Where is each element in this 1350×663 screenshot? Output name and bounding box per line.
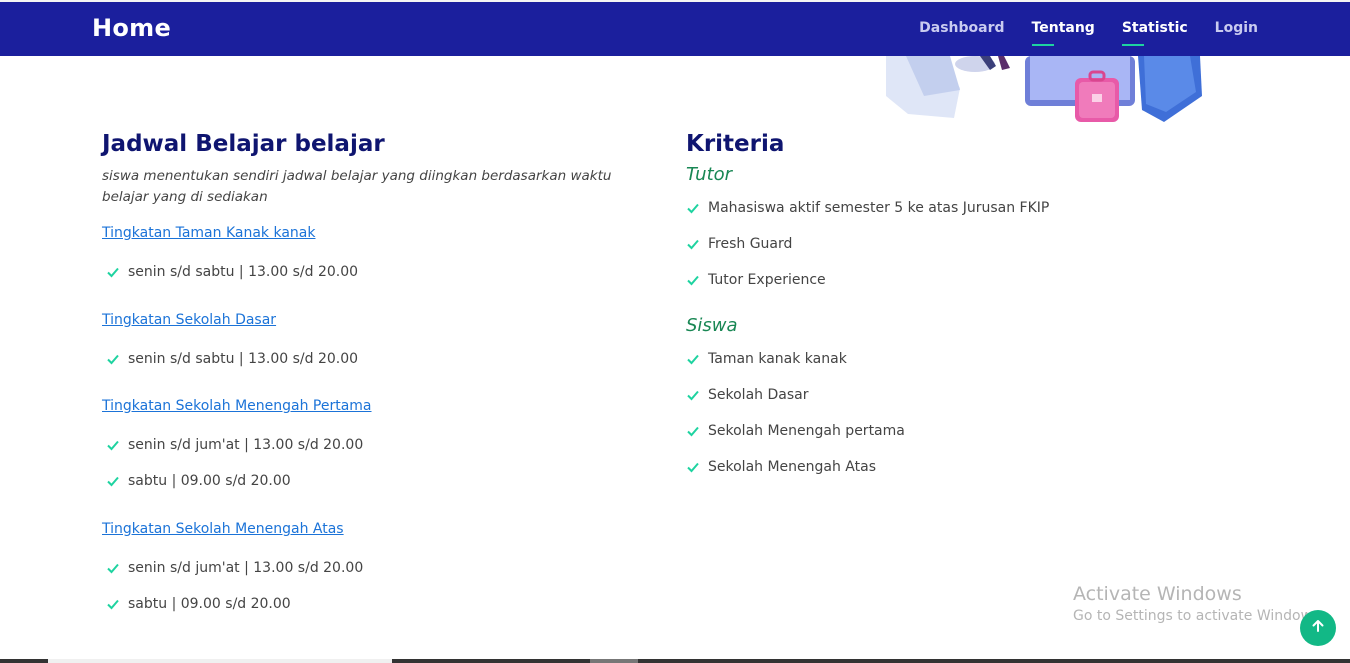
level-tk-heading[interactable]: Tingkatan Taman Kanak kanak: [102, 225, 315, 241]
watermark-title: Activate Windows: [1073, 583, 1242, 605]
check-icon: [106, 597, 120, 611]
criteria-item: Sekolah Dasar: [682, 387, 808, 403]
schedule-item: senin s/d sabtu | 13.00 s/d 20.00: [102, 264, 358, 280]
criteria-title: Kriteria: [686, 131, 785, 157]
check-icon: [106, 265, 120, 279]
criteria-item: Mahasiswa aktif semester 5 ke atas Jurus…: [682, 200, 1049, 216]
schedule-description: siswa menentukan sendiri jadwal belajar …: [102, 168, 612, 205]
check-icon: [686, 273, 700, 287]
check-icon: [686, 201, 700, 215]
nav-tentang[interactable]: Tentang: [1031, 20, 1095, 46]
check-icon: [686, 352, 700, 366]
navbar: Home Dashboard Tentang Statistic Login: [0, 2, 1350, 56]
bottom-strip-segment: [48, 659, 392, 663]
bottom-strip: [0, 659, 1350, 663]
bottom-strip-segment: [590, 659, 638, 663]
check-icon: [686, 237, 700, 251]
check-icon: [106, 438, 120, 452]
activation-watermark: Activate Windows Go to Settings to activ…: [1073, 582, 1324, 626]
schedule-item: senin s/d sabtu | 13.00 s/d 20.00: [102, 351, 358, 367]
check-icon: [686, 388, 700, 402]
check-icon: [106, 561, 120, 575]
criteria-item: Taman kanak kanak: [682, 351, 847, 367]
level-sd-heading[interactable]: Tingkatan Sekolah Dasar: [102, 312, 276, 328]
schedule-item: sabtu | 09.00 s/d 20.00: [102, 473, 291, 489]
main-nav: Dashboard Tentang Statistic Login: [892, 20, 1258, 46]
back-to-top-button[interactable]: [1300, 610, 1336, 646]
check-icon: [106, 352, 120, 366]
schedule-item: senin s/d jum'at | 13.00 s/d 20.00: [102, 560, 363, 576]
schedule-item: sabtu | 09.00 s/d 20.00: [102, 596, 291, 612]
check-icon: [106, 474, 120, 488]
criteria-item: Sekolah Menengah pertama: [682, 423, 905, 439]
schedule-title: Jadwal Belajar belajar: [102, 131, 385, 157]
criteria-section: Kriteria Tutor Mahasiswa aktif semester …: [686, 128, 1226, 475]
watermark-subtitle: Go to Settings to activate Windows.: [1073, 608, 1324, 624]
criteria-item: Sekolah Menengah Atas: [682, 459, 876, 475]
criteria-item: Fresh Guard: [682, 236, 792, 252]
level-sma-heading[interactable]: Tingkatan Sekolah Menengah Atas: [102, 521, 344, 537]
siswa-heading: Siswa: [686, 315, 738, 336]
tutor-heading: Tutor: [686, 164, 733, 185]
schedule-section: Jadwal Belajar belajar siswa menentukan …: [102, 128, 642, 612]
arrow-up-icon: [1310, 618, 1326, 638]
level-smp-heading[interactable]: Tingkatan Sekolah Menengah Pertama: [102, 398, 372, 414]
brand-logo[interactable]: Home: [92, 14, 171, 42]
hero-illustration: [880, 56, 1210, 136]
check-icon: [686, 424, 700, 438]
nav-login[interactable]: Login: [1215, 20, 1258, 36]
nav-dashboard[interactable]: Dashboard: [919, 20, 1004, 36]
nav-statistic[interactable]: Statistic: [1121, 20, 1188, 46]
check-icon: [686, 460, 700, 474]
criteria-item: Tutor Experience: [682, 272, 826, 288]
schedule-item: senin s/d jum'at | 13.00 s/d 20.00: [102, 437, 363, 453]
